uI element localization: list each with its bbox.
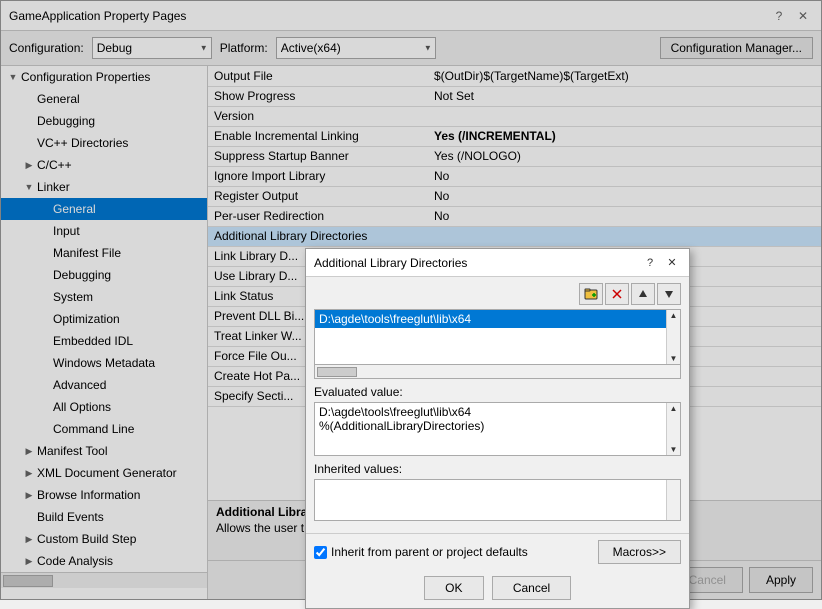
eval-line-1: D:\agde\tools\freeglut\lib\x64 — [319, 405, 662, 419]
list-hscroll-thumb[interactable] — [317, 367, 357, 377]
inherited-label: Inherited values: — [314, 462, 681, 476]
inherit-checkbox[interactable] — [314, 546, 327, 559]
add-folder-button[interactable] — [579, 283, 603, 305]
scroll-down-icon[interactable]: ▼ — [670, 354, 678, 363]
inherited-box — [314, 479, 681, 521]
modal-title-bar: Additional Library Directories ? ✕ — [306, 249, 689, 277]
evaluated-label: Evaluated value: — [314, 385, 681, 399]
modal-action-row: OK Cancel — [306, 570, 689, 608]
eval-vscroll[interactable]: ▲ ▼ — [666, 403, 680, 455]
list-vscroll[interactable]: ▲ ▼ — [666, 310, 680, 364]
modal-body: D:\agde\tools\freeglut\lib\x64 ▲ ▼ Evalu… — [306, 277, 689, 533]
list-item-0[interactable]: D:\agde\tools\freeglut\lib\x64 — [315, 310, 666, 328]
move-up-button[interactable] — [631, 283, 655, 305]
eval-scroll-down[interactable]: ▼ — [670, 445, 678, 454]
delete-button[interactable] — [605, 283, 629, 305]
macros-button[interactable]: Macros>> — [598, 540, 681, 564]
inherit-checkbox-row: Inherit from parent or project defaults — [314, 545, 592, 559]
modal-overlay: Additional Library Directories ? ✕ — [0, 0, 822, 600]
inherited-vscroll[interactable] — [666, 480, 680, 520]
modal-cancel-button[interactable]: Cancel — [492, 576, 571, 600]
list-container: D:\agde\tools\freeglut\lib\x64 ▲ ▼ — [314, 309, 681, 365]
modal-title-buttons: ? ✕ — [641, 254, 681, 272]
eval-line-2: %(AdditionalLibraryDirectories) — [319, 419, 662, 433]
additional-lib-dirs-modal: Additional Library Directories ? ✕ — [305, 248, 690, 609]
modal-help-button[interactable]: ? — [641, 254, 659, 272]
move-down-button[interactable] — [657, 283, 681, 305]
modal-close-button[interactable]: ✕ — [663, 254, 681, 272]
inherited-content — [315, 480, 666, 520]
eval-scroll-up[interactable]: ▲ — [670, 404, 678, 413]
modal-ok-button[interactable]: OK — [424, 576, 484, 600]
list-hscroll[interactable] — [314, 365, 681, 379]
modal-footer: Inherit from parent or project defaults … — [306, 533, 689, 570]
list-items-area: D:\agde\tools\freeglut\lib\x64 — [315, 310, 666, 364]
inherit-label: Inherit from parent or project defaults — [331, 545, 528, 559]
modal-title: Additional Library Directories — [314, 256, 467, 270]
evaluated-box: D:\agde\tools\freeglut\lib\x64 %(Additio… — [314, 402, 681, 456]
evaluated-content: D:\agde\tools\freeglut\lib\x64 %(Additio… — [315, 403, 666, 455]
scroll-up-icon[interactable]: ▲ — [670, 311, 678, 320]
modal-toolbar — [314, 283, 681, 305]
